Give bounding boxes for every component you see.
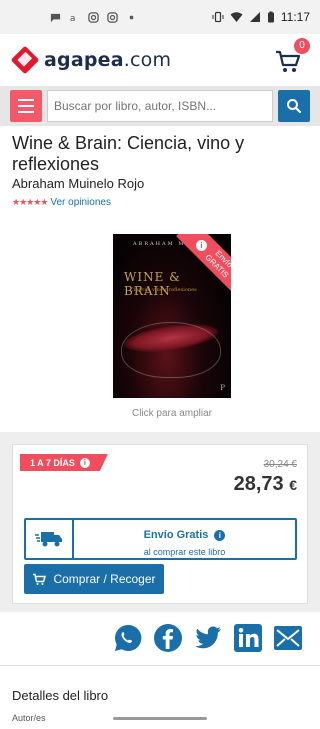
site-header: agapea.com 0 [0,34,320,86]
whatsapp-icon[interactable] [112,622,144,654]
buy-button[interactable]: Comprar / Recoger [24,564,164,594]
amazon-icon: a [70,13,76,23]
signal-icon [249,12,260,22]
hamburger-icon [18,99,34,101]
status-bar: a 11:17 [0,0,320,34]
search-bar [0,86,320,126]
cover-publisher: P [220,384,225,392]
linkedin-icon[interactable] [232,622,264,654]
menu-button[interactable] [10,90,42,122]
view-opinions-link[interactable]: Ver opiniones [50,197,111,208]
old-price: 30,24 € [263,459,297,470]
cart-button[interactable]: 0 [272,38,310,78]
delivery-time: 1 A 7 DÍAS [30,457,75,468]
gesture-home-bar[interactable] [113,717,207,720]
shipping-text: Envío Gratis i al comprar este libro [74,520,295,558]
info-icon[interactable]: i [214,529,226,541]
price-card: 1 A 7 DÍAS i 30,24 € 28,73 € Envío Grati… [12,444,308,604]
wifi-icon [230,12,243,22]
instagram-icon [107,11,118,23]
free-shipping-box: Envío Gratis i al comprar este libro [24,518,297,560]
battery-icon [267,11,274,23]
delivery-truck-icon [26,520,74,558]
buy-button-label: Comprar / Recoger [53,572,156,586]
book-author[interactable]: Abraham Muinelo Rojo [12,176,144,191]
twitter-icon[interactable] [192,622,224,654]
free-shipping-ribbon: Envío GRATIS i [166,234,231,299]
search-input[interactable] [47,90,273,122]
search-icon [287,99,302,114]
logo-name: agapea [44,49,124,71]
price-currency: € [289,477,297,493]
divider [0,665,320,666]
notification-icons: a [10,11,212,23]
site-logo[interactable]: agapea.com [44,49,171,71]
clock: 11:17 [280,10,310,24]
shipping-title: Envío Gratis [143,529,209,541]
click-to-zoom[interactable]: Click para ampliar [0,408,320,419]
shipping-subtitle: al comprar este libro [143,547,226,557]
delivery-time-tag: 1 A 7 DÍAS i [20,454,108,471]
info-icon[interactable]: i [196,240,207,251]
info-icon[interactable]: i [80,458,90,468]
dot-icon [129,15,134,19]
logo-domain: .com [123,49,172,71]
agapea-logo-icon[interactable] [10,45,40,75]
book-details-heading: Detalles del libro [12,688,109,703]
svg-text:a: a [70,13,76,23]
rating: ★★★★★ Ver opiniones [12,197,111,208]
details-author-label: Autor/es [12,713,46,723]
facebook-icon[interactable] [152,622,184,654]
wine-glass [121,322,221,378]
rating-stars-icon: ★★★★★ [12,197,48,207]
search-button[interactable] [278,90,310,122]
cart-icon [33,573,47,585]
email-icon[interactable] [272,622,304,654]
chat-bubble-icon [50,13,61,22]
vibrate-icon [212,11,224,23]
instagram-icon [88,11,99,23]
cart-count-badge: 0 [294,38,310,54]
current-price: 28,73 € [234,473,297,496]
share-bar [112,622,304,654]
book-title: Wine & Brain: Ciencia, vino y reflexione… [12,133,245,174]
price-value: 28,73 [233,473,284,495]
system-status: 11:17 [212,10,310,24]
